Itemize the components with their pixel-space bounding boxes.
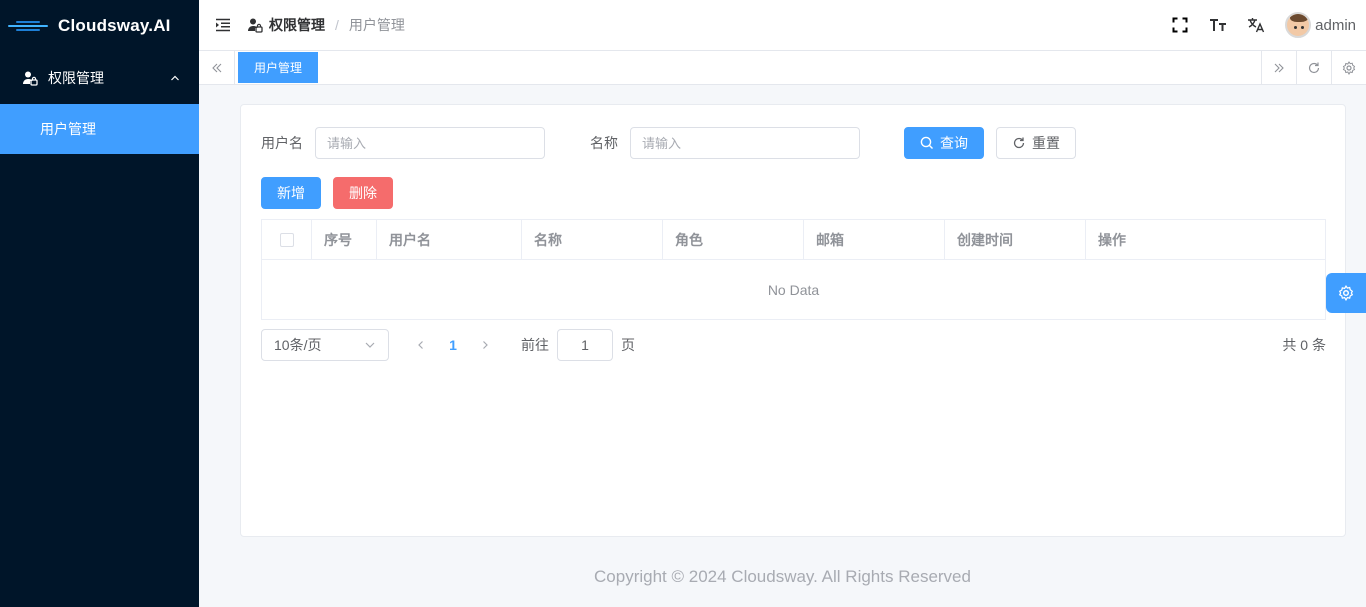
copyright-footer: Copyright © 2024 Cloudsway. All Rights R… (594, 567, 971, 586)
indent-icon (216, 18, 230, 32)
sidebar: Cloudsway.AI 权限管理 用户管理 (0, 0, 199, 607)
page-size-select[interactable]: 10条/页 (261, 329, 389, 361)
user-lock-icon (247, 17, 263, 33)
breadcrumb-item-permission[interactable]: 权限管理 (269, 15, 325, 35)
column-header-index: 序号 (312, 220, 377, 259)
brand-name: Cloudsway.AI (58, 16, 171, 35)
pagination: 10条/页 1 前往 页 共 0 条 (261, 329, 1326, 361)
breadcrumb-separator: / (335, 17, 339, 33)
collapse-menu-button[interactable] (203, 18, 243, 32)
select-all-cell (262, 220, 312, 259)
tags-scroll-left-button[interactable] (199, 50, 235, 85)
fullscreen-icon (1172, 17, 1188, 33)
avatar (1285, 12, 1312, 38)
translate-button[interactable] (1237, 10, 1275, 40)
font-size-icon (1210, 19, 1227, 31)
sidebar-item-user-management[interactable]: 用户管理 (0, 104, 199, 154)
column-header-created-time: 创建时间 (945, 220, 1086, 259)
user-management-panel: 用户名 名称 查询 重置 新增 删除 序号 用户名 名称 角色 邮箱 创建时间 … (240, 104, 1346, 537)
user-lock-icon (22, 70, 38, 86)
column-header-name: 名称 (522, 220, 663, 259)
gear-icon (1342, 60, 1356, 75)
select-all-checkbox[interactable] (279, 232, 294, 247)
refresh-icon (1308, 62, 1320, 73)
search-form: 用户名 名称 查询 重置 (261, 127, 1076, 159)
table-actions: 新增 删除 (261, 177, 393, 209)
username-label: 用户名 (261, 135, 303, 151)
column-header-actions: 操作 (1098, 231, 1126, 248)
logo[interactable]: Cloudsway.AI (0, 0, 199, 52)
column-header-role: 角色 (663, 220, 804, 259)
table-empty-text: No Data (767, 281, 820, 298)
logo-icon (8, 18, 48, 34)
chevron-left-icon (418, 341, 423, 349)
sidebar-group-permission[interactable]: 权限管理 (0, 52, 199, 104)
username: admin (1315, 16, 1356, 34)
sidebar-item-label: 用户管理 (40, 121, 96, 137)
floating-settings-button[interactable] (1326, 273, 1366, 313)
goto-page-input[interactable] (557, 329, 613, 361)
tags-view-bar: 用户管理 (199, 50, 1366, 85)
double-chevron-right-icon (1274, 63, 1284, 72)
gear-icon (1338, 285, 1354, 301)
translate-icon (1248, 18, 1265, 33)
user-table: 序号 用户名 名称 角色 邮箱 创建时间 操作 No Data (261, 219, 1326, 320)
breadcrumb-item-current: 用户管理 (348, 17, 405, 33)
total-count: 共 0 条 (1282, 337, 1326, 353)
tag-user-management[interactable]: 用户管理 (238, 52, 319, 83)
query-button[interactable]: 查询 (904, 127, 984, 159)
name-input[interactable] (630, 127, 860, 159)
name-label: 名称 (590, 135, 618, 151)
chevron-right-icon (483, 341, 488, 349)
table-header: 序号 用户名 名称 角色 邮箱 创建时间 操作 (262, 220, 1325, 260)
page-unit-label: 页 (621, 337, 635, 353)
prev-page-button[interactable] (405, 329, 437, 361)
reset-button[interactable]: 重置 (996, 127, 1076, 159)
tags-tools (1261, 50, 1366, 85)
add-button[interactable]: 新增 (261, 177, 321, 209)
search-icon (920, 136, 934, 150)
column-header-email: 邮箱 (804, 220, 945, 259)
user-menu[interactable]: admin (1285, 12, 1356, 38)
username-input[interactable] (315, 127, 545, 159)
breadcrumb: 权限管理 / 用户管理 (247, 15, 405, 35)
query-button-label: 查询 (940, 135, 968, 151)
sidebar-group-label: 权限管理 (48, 70, 104, 86)
top-header: 权限管理 / 用户管理 admin (199, 0, 1366, 51)
refresh-tag-button[interactable] (1296, 50, 1331, 85)
fullscreen-button[interactable] (1161, 10, 1199, 40)
page-number-1[interactable]: 1 (437, 329, 469, 361)
reset-button-label: 重置 (1032, 135, 1060, 151)
next-page-button[interactable] (469, 329, 501, 361)
font-size-button[interactable] (1199, 10, 1237, 40)
chevron-up-icon (169, 72, 181, 84)
refresh-icon (1012, 136, 1026, 150)
goto-label: 前往 (521, 337, 549, 353)
column-header-username: 用户名 (377, 220, 522, 259)
chevron-down-icon (365, 342, 375, 348)
tags-settings-button[interactable] (1331, 50, 1366, 85)
tags-scroll-right-button[interactable] (1261, 50, 1296, 85)
page-size-value: 10条/页 (274, 337, 322, 353)
delete-button[interactable]: 删除 (333, 177, 393, 209)
header-tools: admin (1161, 10, 1366, 40)
double-chevron-left-icon (211, 63, 221, 72)
